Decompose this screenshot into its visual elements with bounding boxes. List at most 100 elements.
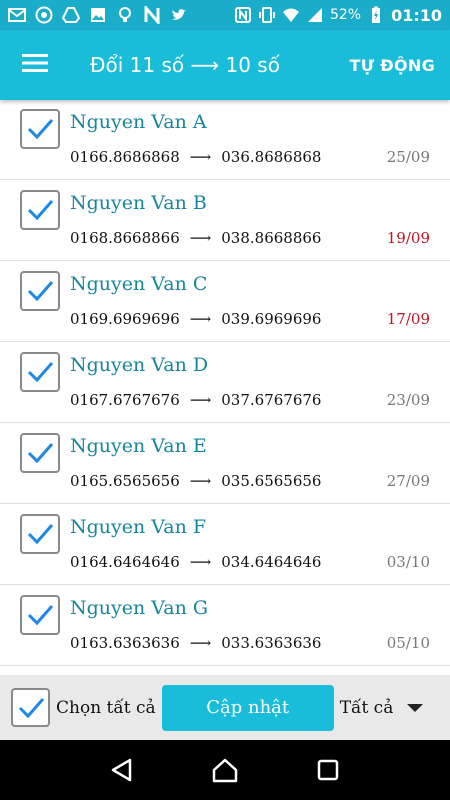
- checkmark-icon: [27, 605, 54, 626]
- wifi-icon: [282, 6, 300, 24]
- checkmark-icon: [27, 281, 54, 302]
- checkmark-icon: [27, 200, 54, 221]
- old-number: 0166.8686868: [70, 148, 180, 166]
- status-bar: 52% 01:10: [0, 0, 450, 30]
- page-title: Đổi 11 số ⟶ 10 số: [90, 53, 280, 77]
- phone-conversion: 0167.6767676 ⟶ 037.6767676: [70, 391, 321, 409]
- bulb-icon: [116, 6, 134, 24]
- new-number: 038.8668866: [221, 229, 322, 247]
- phone-conversion: 0166.8686868 ⟶ 036.8686868: [70, 148, 321, 166]
- action-bar: Chọn tất cả Cập nhật Tất cả: [0, 675, 450, 740]
- dropdown-arrow-icon: [407, 703, 424, 712]
- old-number: 0167.6767676: [70, 391, 180, 409]
- checkmark-icon: [27, 362, 54, 383]
- n-icon: [143, 6, 161, 24]
- arrow-icon: ⟶: [189, 553, 212, 571]
- old-number: 0169.6969696: [70, 310, 180, 328]
- recents-button[interactable]: [308, 750, 348, 790]
- new-number: 034.6464646: [221, 553, 322, 571]
- date-label: 25/09: [386, 148, 430, 166]
- list-item[interactable]: Nguyen Van D 0167.6767676 ⟶ 037.6767676 23/0…: [0, 342, 450, 423]
- select-all-label[interactable]: Chọn tất cả: [56, 698, 156, 718]
- item-checkbox[interactable]: [20, 109, 60, 149]
- auto-button[interactable]: TỰ ĐỘNG: [350, 56, 435, 75]
- checkmark-icon: [27, 119, 54, 140]
- item-checkbox[interactable]: [20, 190, 60, 230]
- app-bar: Đổi 11 số ⟶ 10 số TỰ ĐỘNG: [0, 30, 450, 100]
- navigation-bar: [0, 740, 450, 800]
- signal-icon: [306, 6, 324, 24]
- arrow-icon: ⟶: [189, 634, 212, 652]
- select-all-checkbox[interactable]: [11, 688, 50, 727]
- update-button[interactable]: Cập nhật: [161, 684, 334, 731]
- battery-percent: 52%: [329, 7, 362, 23]
- item-checkbox[interactable]: [20, 433, 60, 473]
- list-item[interactable]: Nguyen Van A 0166.8686868 ⟶ 036.8686868 25/0…: [0, 100, 450, 180]
- date-label: 17/09: [386, 310, 430, 328]
- old-number: 0164.6464646: [70, 553, 180, 571]
- nfc-icon: [234, 6, 252, 24]
- new-number: 033.6363636: [221, 634, 322, 652]
- phone-conversion: 0169.6969696 ⟶ 039.6969696: [70, 310, 321, 328]
- list-item[interactable]: Nguyen Van C 0169.6969696 ⟶ 039.6969696 17/0…: [0, 261, 450, 342]
- new-number: 036.8686868: [221, 148, 322, 166]
- home-button[interactable]: [205, 750, 245, 790]
- date-label: 05/10: [386, 634, 430, 652]
- date-label: 27/09: [386, 472, 430, 490]
- twitter-icon: [170, 6, 188, 24]
- item-checkbox[interactable]: [20, 271, 60, 311]
- phone-conversion: 0163.6363636 ⟶ 033.6363636: [70, 634, 321, 652]
- menu-icon: [22, 53, 48, 77]
- arrow-icon: ⟶: [189, 229, 212, 247]
- contact-list[interactable]: Nguyen Van A 0166.8686868 ⟶ 036.8686868 25/0…: [0, 100, 450, 675]
- new-number: 035.6565656: [221, 472, 322, 490]
- menu-button[interactable]: [0, 30, 70, 100]
- old-number: 0168.8668866: [70, 229, 180, 247]
- contact-name: Nguyen Van F: [70, 516, 207, 538]
- battery-charging-icon: [367, 6, 385, 24]
- checkmark-icon: [18, 698, 45, 719]
- arrow-icon: ⟶: [189, 148, 212, 166]
- contact-name: Nguyen Van D: [70, 354, 209, 376]
- item-checkbox[interactable]: [20, 595, 60, 635]
- contact-name: Nguyen Van E: [70, 435, 207, 457]
- contact-name: Nguyen Van C: [70, 273, 208, 295]
- checkmark-icon: [27, 443, 54, 464]
- checkmark-icon: [27, 524, 54, 545]
- recents-icon: [318, 759, 339, 781]
- phone-conversion: 0164.6464646 ⟶ 034.6464646: [70, 553, 321, 571]
- contact-name: Nguyen Van A: [70, 111, 207, 133]
- system-icons: 52% 01:10: [234, 6, 442, 25]
- new-number: 039.6969696: [221, 310, 322, 328]
- date-label: 23/09: [386, 391, 430, 409]
- contact-name: Nguyen Van B: [70, 192, 207, 214]
- contact-name: Nguyen Van G: [70, 597, 209, 619]
- gmail-icon: [8, 6, 26, 24]
- phone-conversion: 0165.6565656 ⟶ 035.6565656: [70, 472, 321, 490]
- new-number: 037.6767676: [221, 391, 322, 409]
- arrow-icon: ⟶: [189, 472, 212, 490]
- vibrate-icon: [258, 6, 276, 24]
- filter-value: Tất cả: [339, 697, 394, 718]
- image-icon: [89, 6, 107, 24]
- home-icon: [212, 758, 238, 783]
- list-item[interactable]: Nguyen Van E 0165.6565656 ⟶ 035.6565656 27/0…: [0, 423, 450, 504]
- list-item[interactable]: Nguyen Van G 0163.6363636 ⟶ 033.6363636 05/1…: [0, 585, 450, 666]
- drive-icon: [62, 6, 80, 24]
- phone-conversion: 0168.8668866 ⟶ 038.8668866: [70, 229, 321, 247]
- chrome-icon: [35, 6, 53, 24]
- arrow-icon: ⟶: [189, 391, 212, 409]
- date-label: 19/09: [386, 229, 430, 247]
- item-checkbox[interactable]: [20, 514, 60, 554]
- date-label: 03/10: [386, 553, 430, 571]
- arrow-icon: ⟶: [189, 310, 212, 328]
- filter-dropdown[interactable]: Tất cả: [340, 698, 424, 718]
- old-number: 0163.6363636: [70, 634, 180, 652]
- notification-icons: [8, 6, 188, 24]
- old-number: 0165.6565656: [70, 472, 180, 490]
- list-item[interactable]: Nguyen Van F 0164.6464646 ⟶ 034.6464646 03/1…: [0, 504, 450, 585]
- list-item[interactable]: Nguyen Van B 0168.8668866 ⟶ 038.8668866 19/0…: [0, 180, 450, 261]
- item-checkbox[interactable]: [20, 352, 60, 392]
- back-button[interactable]: [102, 750, 142, 790]
- clock: 01:10: [391, 5, 442, 25]
